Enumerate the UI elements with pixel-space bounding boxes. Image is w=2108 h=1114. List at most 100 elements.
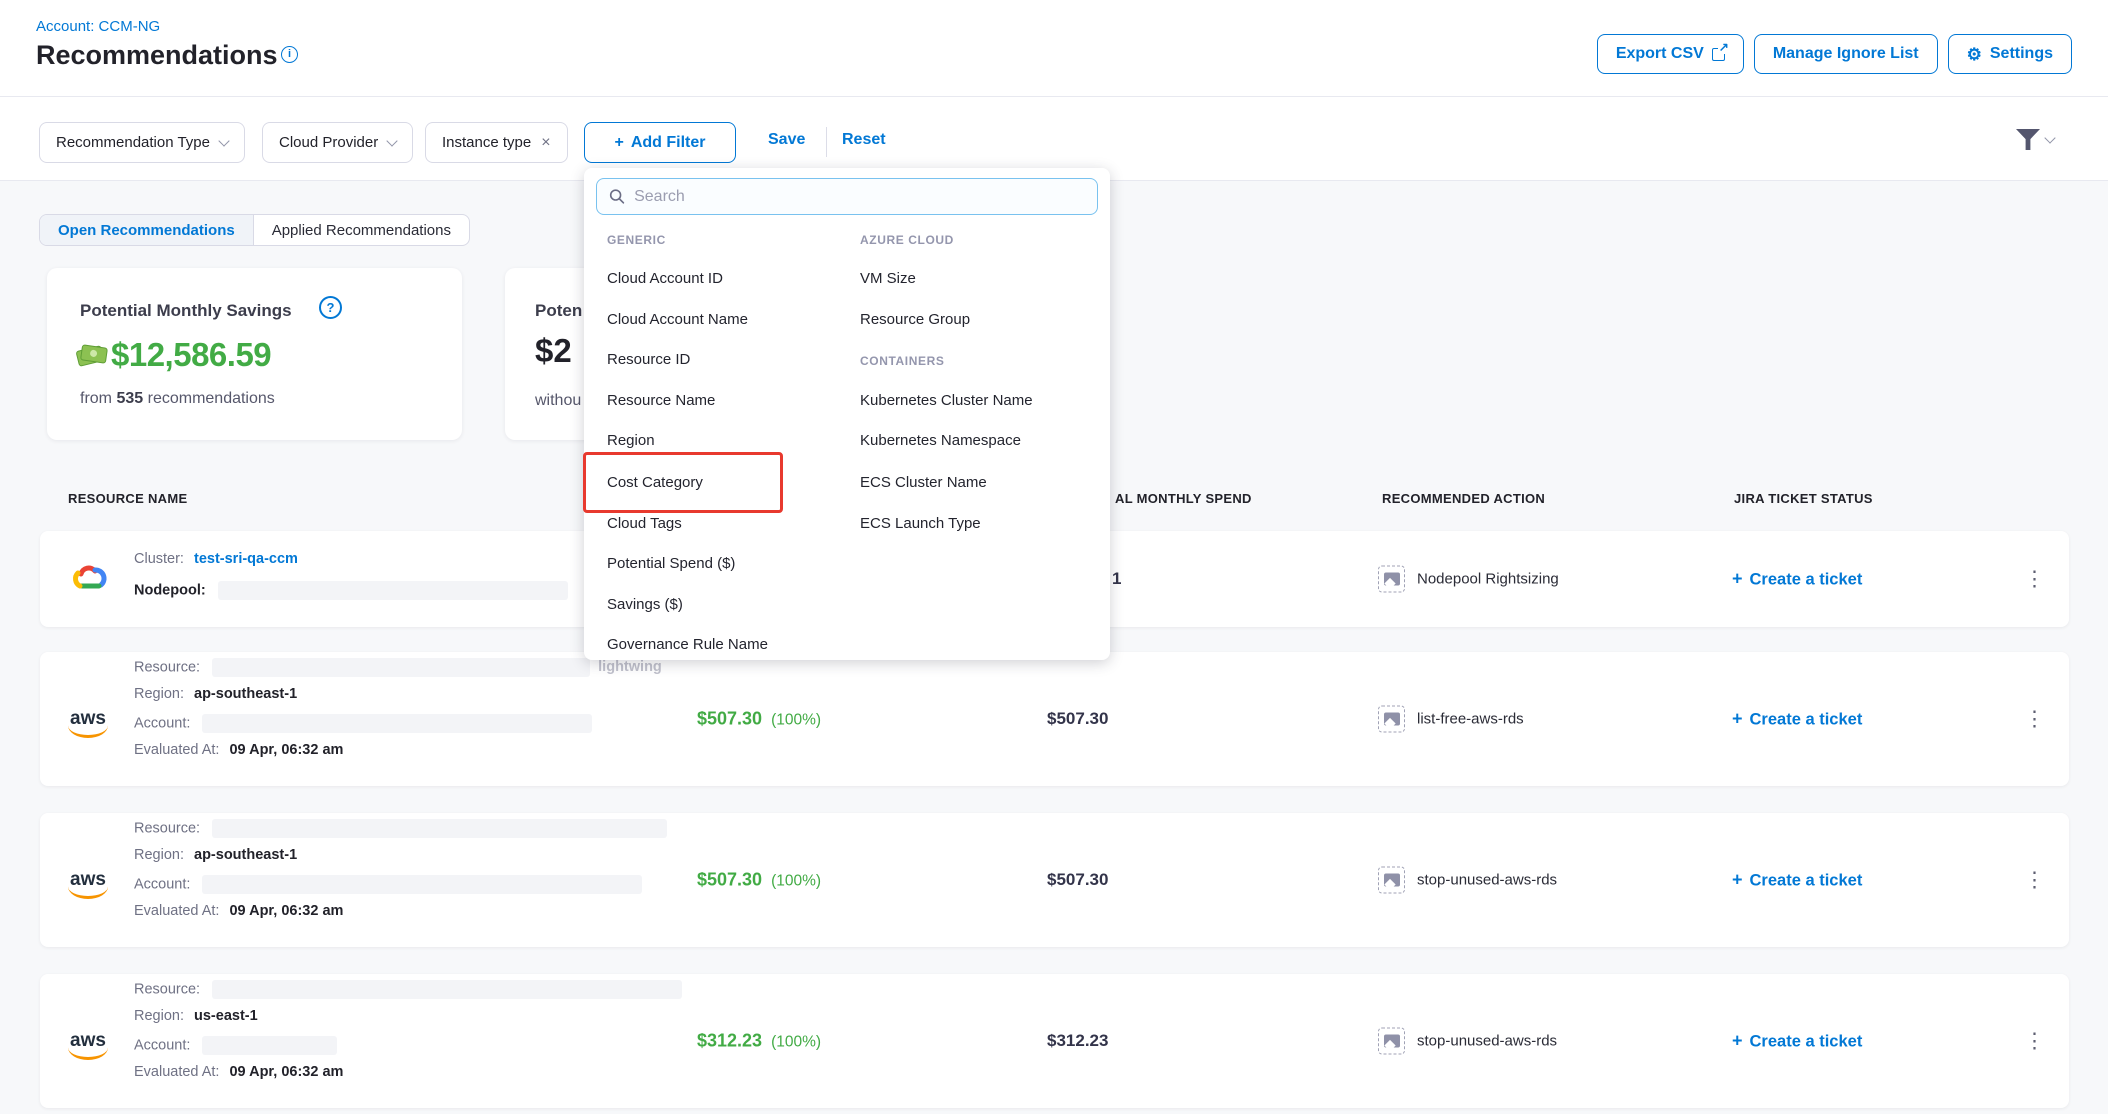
plus-icon: + [1732, 870, 1743, 890]
chip-label: Cloud Provider [279, 134, 378, 151]
create-ticket-button[interactable]: +Create a ticket [1732, 709, 1862, 730]
cluster-label: Cluster: [134, 551, 184, 567]
action-image-icon [1378, 566, 1405, 593]
spend-subtitle-partial: withou [535, 392, 581, 410]
row-menu-kebab-icon[interactable]: ⋮ [2024, 569, 2045, 590]
recommendations-page: Account: CCM-NG Recommendations i Export… [0, 0, 2108, 1114]
row-menu-kebab-icon[interactable]: ⋮ [2024, 1031, 2045, 1052]
filter-option-k8s-namespace[interactable]: Kubernetes Namespace [860, 432, 1021, 449]
search-input[interactable] [634, 188, 1085, 206]
filter-option-resource-id[interactable]: Resource ID [607, 351, 690, 368]
redacted-value [218, 581, 568, 600]
monthly-savings-value: $507.30(100%) [697, 709, 821, 730]
info-icon[interactable]: i [281, 46, 298, 63]
monthly-savings-value: $507.30(100%) [697, 870, 821, 891]
section-containers: CONTAINERS [860, 354, 944, 368]
monthly-spend-value: $312.23 [1047, 1031, 1108, 1051]
filter-option-k8s-cluster-name[interactable]: Kubernetes Cluster Name [860, 392, 1033, 409]
redacted-value [202, 714, 592, 733]
monthly-spend-value: $507.30 [1047, 709, 1108, 729]
resource-name-tail: lightwing [598, 659, 662, 675]
tab-applied-recommendations[interactable]: Applied Recommendations [254, 215, 469, 245]
filter-chip-instance-type[interactable]: Instance type × [425, 122, 568, 163]
export-csv-label: Export CSV [1616, 45, 1704, 63]
close-icon[interactable]: × [541, 134, 550, 152]
potential-savings-card: Potential Monthly Savings ? $12,586.59 f… [47, 268, 462, 440]
filter-option-cloud-account-id[interactable]: Cloud Account ID [607, 270, 723, 287]
save-reset-divider [826, 127, 827, 157]
settings-button[interactable]: ⚙ Settings [1948, 34, 2072, 74]
nodepool-label: Nodepool: [134, 582, 206, 598]
recommendation-count: 535 [116, 390, 143, 407]
table-row[interactable]: aws Resource: lightwing Region: ap-south… [40, 652, 2069, 786]
plus-icon: + [614, 134, 623, 152]
redacted-value [212, 658, 590, 677]
cluster-link[interactable]: test-sri-qa-ccm [194, 551, 298, 567]
gear-icon: ⚙ [1967, 46, 1982, 63]
external-link-icon: ↗ [1712, 48, 1725, 61]
add-filter-label: Add Filter [631, 134, 706, 152]
filter-panel-toggle[interactable] [2016, 129, 2054, 150]
col-monthly-spend: AL MONTHLY SPEND [1115, 491, 1252, 506]
plus-icon: + [1732, 569, 1743, 589]
settings-label: Settings [1990, 45, 2053, 63]
tab-open-recommendations[interactable]: Open Recommendations [40, 215, 254, 245]
filter-option-savings[interactable]: Savings ($) [607, 596, 683, 613]
action-image-icon [1378, 867, 1405, 894]
filter-chip-cloud-provider[interactable]: Cloud Provider [262, 122, 413, 163]
filter-option-cost-category[interactable]: Cost Category [607, 474, 703, 491]
filter-option-ecs-launch-type[interactable]: ECS Launch Type [860, 515, 981, 532]
manage-ignore-list-button[interactable]: Manage Ignore List [1754, 34, 1938, 74]
save-filter-link[interactable]: Save [768, 131, 805, 149]
row-menu-kebab-icon[interactable]: ⋮ [2024, 870, 2045, 891]
create-ticket-button[interactable]: +Create a ticket [1732, 870, 1862, 891]
redacted-value [212, 819, 667, 838]
redacted-value [202, 1036, 337, 1055]
evaluated-at-value: 09 Apr, 06:32 am [229, 903, 343, 919]
aws-icon: aws [62, 1030, 114, 1052]
section-azure-cloud: AZURE CLOUD [860, 233, 954, 247]
filter-chip-recommendation-type[interactable]: Recommendation Type [39, 122, 245, 163]
evaluated-at-value: 09 Apr, 06:32 am [229, 1064, 343, 1080]
redacted-value [212, 980, 682, 999]
filter-option-cloud-tags[interactable]: Cloud Tags [607, 515, 682, 532]
filter-funnel-icon [2016, 129, 2040, 150]
savings-subtitle: from 535 recommendations [80, 390, 275, 408]
table-row[interactable]: aws Resource: Region: ap-southeast-1 Acc… [40, 813, 2069, 947]
action-label: Nodepool Rightsizing [1417, 571, 1559, 588]
filter-option-ecs-cluster-name[interactable]: ECS Cluster Name [860, 474, 987, 491]
action-label: stop-unused-aws-rds [1417, 872, 1557, 889]
row-menu-kebab-icon[interactable]: ⋮ [2024, 709, 2045, 730]
add-filter-button[interactable]: + Add Filter [584, 122, 736, 163]
monthly-spend-value: $507.30 [1047, 870, 1108, 890]
help-icon[interactable]: ? [319, 296, 342, 319]
recommended-action: stop-unused-aws-rds [1378, 1028, 1557, 1055]
action-image-icon [1378, 1028, 1405, 1055]
filter-option-potential-spend[interactable]: Potential Spend ($) [607, 555, 735, 572]
action-label: list-free-aws-rds [1417, 711, 1524, 728]
export-csv-button[interactable]: Export CSV ↗ [1597, 34, 1744, 74]
col-jira-ticket-status: JIRA TICKET STATUS [1734, 491, 1873, 506]
action-image-icon [1378, 706, 1405, 733]
spend-value-partial: $2 [535, 332, 572, 370]
aws-icon: aws [62, 708, 114, 730]
filter-option-region[interactable]: Region [607, 432, 655, 449]
filter-option-governance-rule[interactable]: Governance Rule Name [607, 636, 768, 653]
col-recommended-action: RECOMMENDED ACTION [1382, 491, 1545, 506]
money-icon [77, 344, 107, 368]
table-row[interactable]: aws Resource: Region: us-east-1 Account:… [40, 974, 2069, 1108]
filter-option-resource-group[interactable]: Resource Group [860, 311, 970, 328]
dropdown-search[interactable] [596, 178, 1098, 215]
reset-filter-link[interactable]: Reset [842, 131, 886, 149]
savings-percent: (100%) [771, 712, 821, 729]
filter-option-vm-size[interactable]: VM Size [860, 270, 916, 287]
filter-option-cloud-account-name[interactable]: Cloud Account Name [607, 311, 748, 328]
action-label: stop-unused-aws-rds [1417, 1033, 1557, 1050]
filter-option-resource-name[interactable]: Resource Name [607, 392, 715, 409]
create-ticket-button[interactable]: +Create a ticket [1732, 1031, 1862, 1052]
col-resource-name: RESOURCE NAME [68, 491, 187, 506]
savings-percent: (100%) [771, 873, 821, 890]
account-breadcrumb[interactable]: Account: CCM-NG [36, 18, 160, 35]
create-ticket-button[interactable]: +Create a ticket [1732, 569, 1862, 590]
chip-label: Recommendation Type [56, 134, 210, 151]
